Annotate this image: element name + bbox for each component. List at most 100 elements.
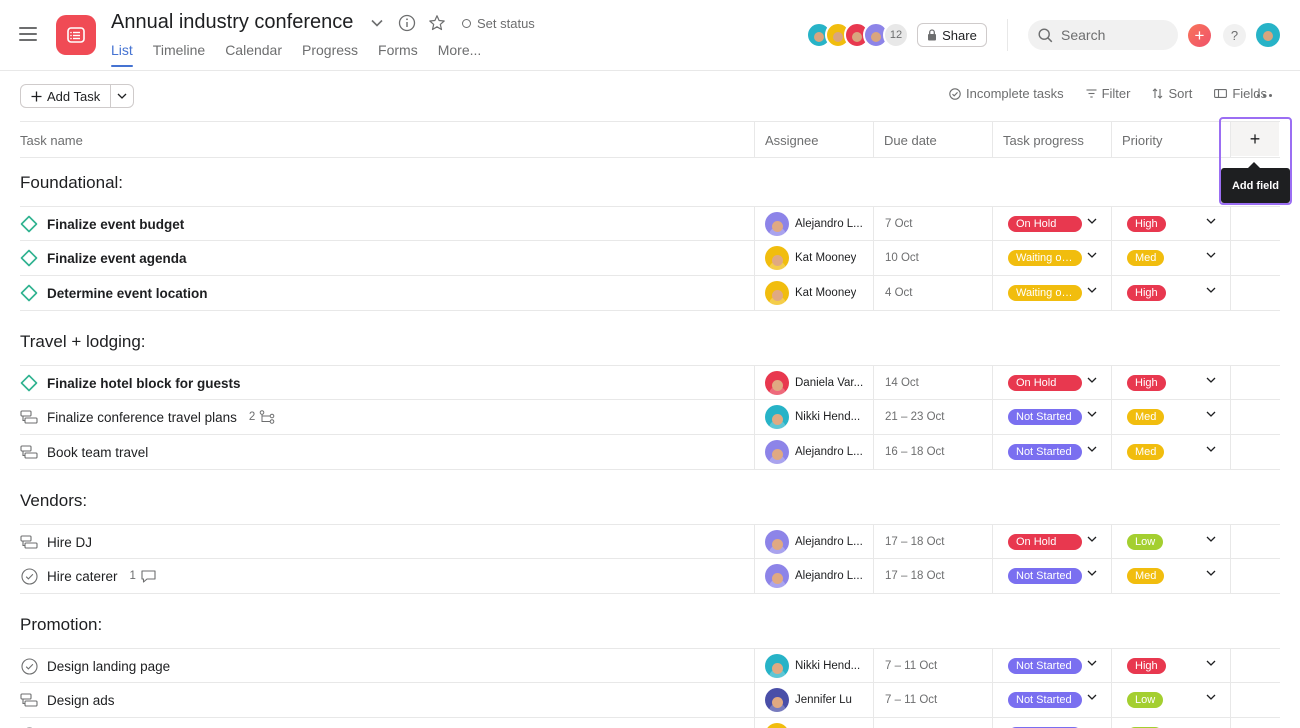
task-title[interactable]: Hire DJ (47, 535, 92, 550)
chevron-down-icon[interactable] (1087, 411, 1097, 421)
task-row[interactable]: Finalize hotel block for guests Daniela V… (20, 365, 1280, 400)
subtask-icon[interactable] (20, 410, 38, 424)
task-title[interactable]: Finalize hotel block for guests (47, 376, 241, 391)
quick-add-button[interactable]: + (1188, 24, 1211, 47)
check-circle-icon[interactable] (20, 567, 38, 585)
task-progress-cell[interactable]: Not Started (992, 435, 1111, 469)
due-date-cell[interactable]: 17 – 18 Oct (873, 525, 992, 559)
assignee-cell[interactable]: Daniela Var... (754, 366, 873, 400)
task-progress-cell[interactable]: Not Started (992, 559, 1111, 593)
task-name-cell[interactable]: Hire DJ (20, 525, 754, 559)
column-header-priority[interactable]: Priority (1111, 122, 1230, 158)
user-avatar[interactable] (1256, 23, 1280, 47)
task-progress-cell[interactable]: On Hold (992, 366, 1111, 400)
due-date-cell[interactable]: 17 – 18 Oct (873, 559, 992, 593)
task-title[interactable]: Finalize conference travel plans (47, 410, 237, 425)
subtask-icon[interactable] (20, 535, 38, 549)
chevron-down-icon[interactable] (1087, 570, 1097, 580)
chevron-down-icon[interactable] (368, 14, 386, 32)
hamburger-menu-icon[interactable] (19, 27, 37, 41)
task-name-cell[interactable]: Finalize conference travel plans 2 (20, 400, 754, 434)
priority-cell[interactable]: Med (1111, 435, 1230, 469)
column-header-assignee[interactable]: Assignee (754, 122, 873, 158)
priority-cell[interactable]: Med (1111, 400, 1230, 434)
section-header[interactable]: Foundational: (20, 173, 123, 193)
chevron-down-icon[interactable] (1206, 411, 1216, 421)
due-date-cell[interactable]: 7 – 11 Oct (873, 649, 992, 683)
chevron-down-icon[interactable] (1087, 446, 1097, 456)
milestone-icon[interactable] (20, 284, 38, 302)
task-progress-cell[interactable]: Not Started (992, 649, 1111, 683)
section-header[interactable]: Travel + lodging: (20, 332, 146, 352)
column-header-task-name[interactable]: Task name (20, 122, 754, 158)
priority-cell[interactable]: High (1111, 366, 1230, 400)
priority-cell[interactable]: Med (1111, 241, 1230, 275)
milestone-icon[interactable] (20, 249, 38, 267)
section-header[interactable]: Promotion: (20, 615, 102, 635)
add-field-button[interactable]: + (1231, 122, 1279, 156)
tab-calendar[interactable]: Calendar (225, 42, 282, 67)
assignee-cell[interactable]: Alejandro L... (754, 559, 873, 593)
priority-cell[interactable]: Med (1111, 559, 1230, 593)
task-meta[interactable]: 2 (249, 410, 275, 424)
assignee-cell[interactable]: Alejandro L... (754, 435, 873, 469)
task-progress-cell[interactable]: On Hold (992, 525, 1111, 559)
milestone-icon[interactable] (20, 215, 38, 233)
chevron-down-icon[interactable] (1206, 570, 1216, 580)
task-row[interactable]: Hire DJ Alejandro L... 17 – 18 Oct On Hold L… (20, 524, 1280, 559)
tab-progress[interactable]: Progress (302, 42, 358, 67)
incomplete-tasks-button[interactable]: Incomplete tasks (949, 86, 1064, 101)
task-row[interactable]: Design ads Jennifer Lu 7 – 11 Oct Not Start… (20, 683, 1280, 718)
info-icon[interactable] (398, 14, 416, 32)
task-progress-cell[interactable]: On Hold (992, 207, 1111, 241)
task-row[interactable]: Determine event location Kat Mooney 4 Oct W… (20, 276, 1280, 311)
chevron-down-icon[interactable] (1087, 377, 1097, 387)
task-row[interactable]: Finalize event budget Alejandro L... 7 Oct… (20, 206, 1280, 241)
tab-more[interactable]: More... (438, 42, 482, 67)
chevron-down-icon[interactable] (1206, 446, 1216, 456)
due-date-cell[interactable]: 7 – 11 Oct (873, 718, 992, 728)
task-row[interactable]: Design landing page Nikki Hend... 7 – 11 O… (20, 648, 1280, 683)
task-name-cell[interactable]: Book team travel (20, 435, 754, 469)
tab-forms[interactable]: Forms (378, 42, 418, 67)
due-date-cell[interactable]: 16 – 18 Oct (873, 435, 992, 469)
task-name-cell[interactable]: Finalize event budget (20, 207, 754, 241)
chevron-down-icon[interactable] (1087, 536, 1097, 546)
section-header[interactable]: Vendors: (20, 491, 87, 511)
tab-timeline[interactable]: Timeline (153, 42, 205, 67)
task-progress-cell[interactable]: Waiting on feedback (992, 241, 1111, 275)
task-progress-cell[interactable]: Not Started (992, 400, 1111, 434)
chevron-down-icon[interactable] (1087, 660, 1097, 670)
chevron-down-icon[interactable] (1206, 536, 1216, 546)
chevron-down-icon[interactable] (1087, 287, 1097, 297)
due-date-cell[interactable]: 4 Oct (873, 276, 992, 310)
tab-list[interactable]: List (111, 42, 133, 67)
chevron-down-icon[interactable] (1206, 694, 1216, 704)
chevron-down-icon[interactable] (1087, 252, 1097, 262)
add-task-button[interactable]: Add Task (21, 85, 110, 107)
due-date-cell[interactable]: 7 – 11 Oct (873, 683, 992, 717)
priority-cell[interactable]: High (1111, 649, 1230, 683)
assignee-cell[interactable]: Kat Mooney (754, 276, 873, 310)
task-title[interactable]: Finalize event budget (47, 217, 184, 232)
priority-cell[interactable]: Low (1111, 718, 1230, 728)
assignee-cell[interactable]: Jennifer Lu (754, 683, 873, 717)
more-actions-icon[interactable] (1257, 94, 1272, 97)
share-button[interactable]: Share (917, 23, 987, 47)
chevron-down-icon[interactable] (1206, 287, 1216, 297)
project-members[interactable]: 12 (806, 22, 909, 48)
priority-cell[interactable]: Low (1111, 525, 1230, 559)
task-meta[interactable]: 1 (130, 569, 157, 584)
assignee-cell[interactable]: Alejandro L... (754, 525, 873, 559)
assignee-cell[interactable]: Nikki Hend... (754, 649, 873, 683)
due-date-cell[interactable]: 10 Oct (873, 241, 992, 275)
task-name-cell[interactable]: Finalize event agenda (20, 241, 754, 275)
assignee-cell[interactable]: Nicole Kap... (754, 718, 873, 728)
task-row[interactable]: Book team travel Alejandro L... 16 – 18 Oc… (20, 435, 1280, 470)
due-date-cell[interactable]: 21 – 23 Oct (873, 400, 992, 434)
task-title[interactable]: Determine event location (47, 286, 208, 301)
project-icon[interactable] (56, 15, 96, 55)
task-name-cell[interactable]: Design ads (20, 683, 754, 717)
priority-cell[interactable]: High (1111, 276, 1230, 310)
task-name-cell[interactable]: Finalize hotel block for guests (20, 366, 754, 400)
